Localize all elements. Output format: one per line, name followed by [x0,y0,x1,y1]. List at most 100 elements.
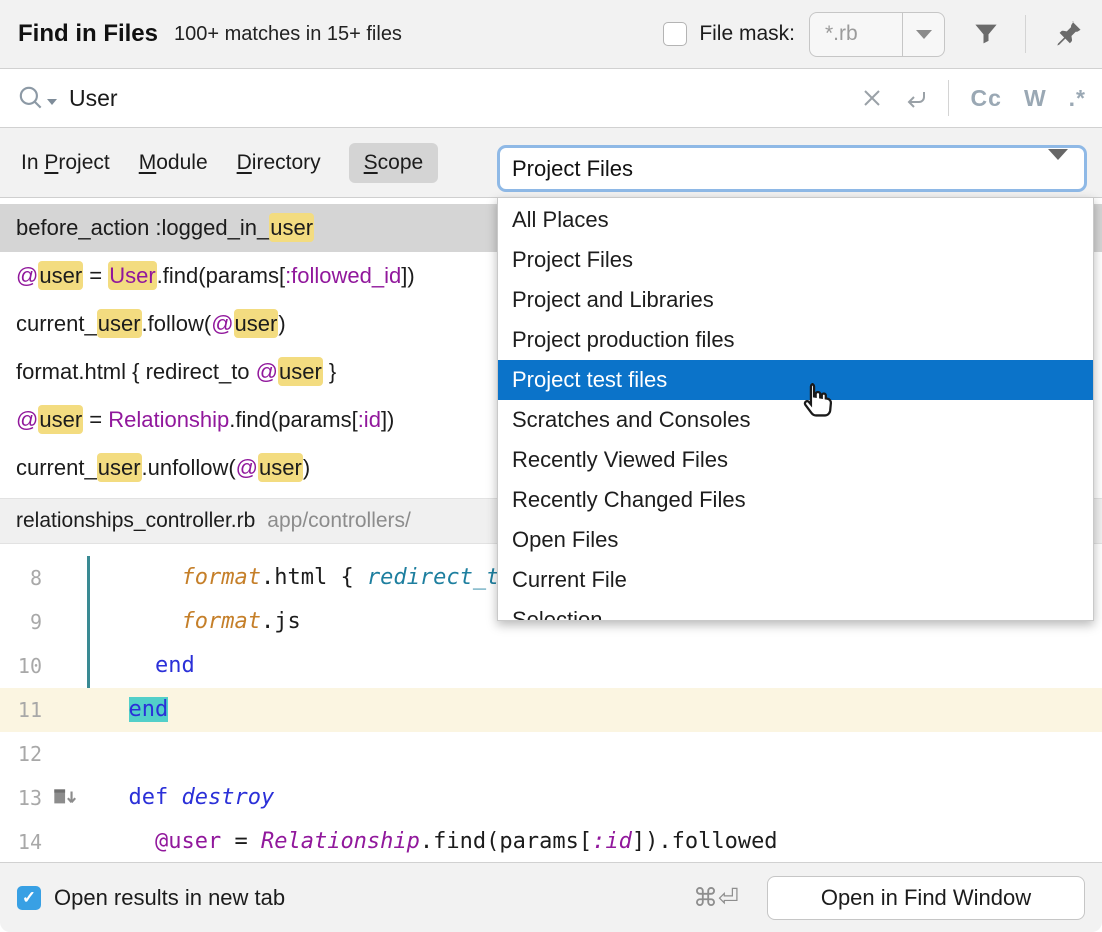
code-line[interactable]: 14 @user = Relationship.find(params[:id]… [0,820,1102,862]
open-results-new-tab-checkbox[interactable]: ✓ [17,886,41,910]
open-in-find-window-button[interactable]: Open in Find Window [767,876,1085,920]
code-text: end [102,644,195,688]
file-mask-checkbox[interactable] [663,22,687,46]
popup-item-project-production-files[interactable]: Project production files [498,320,1093,360]
text-segment: .find(params[ [157,263,285,288]
search-history-chevron-icon [47,99,57,105]
code-line[interactable]: 11 end [0,688,1102,732]
file-mask-value: *.rb [810,22,902,46]
code-segment: end [129,697,169,722]
header-divider [1025,15,1026,53]
clear-search-button[interactable] [860,86,884,110]
code-segment: :id [592,829,632,854]
search-bar: User Cc W .* [0,69,1102,128]
search-input[interactable]: User [69,85,118,112]
code-line[interactable]: 10 end [0,644,1102,688]
tab-module[interactable]: Module [134,143,213,183]
match-segment: @ [16,263,38,288]
match-case-toggle[interactable]: Cc [971,85,1002,112]
file-path: app/controllers/ [267,509,411,533]
popup-item-project-and-libraries[interactable]: Project and Libraries [498,280,1093,320]
header-bar: Find in Files 100+ matches in 15+ files … [0,0,1102,69]
code-segment: Relationship [261,829,420,854]
text-segment: = [83,263,108,288]
code-line[interactable]: 12 [0,732,1102,776]
text-segment: .unfollow( [142,455,236,480]
code-segment: end [155,653,195,678]
tab-scope[interactable]: Scope [349,143,439,183]
code-line[interactable]: 13 def destroy [0,776,1102,820]
code-segment: .find(params[ [420,829,592,854]
match-segment: user [258,453,303,482]
popup-item-recently-viewed-files[interactable]: Recently Viewed Files [498,440,1093,480]
match-segment: :id [358,407,381,432]
text-segment: = [83,407,108,432]
search-divider [948,80,949,116]
code-text: def destroy [102,776,274,820]
match-segment: user [97,309,142,338]
code-segment: .js [261,609,301,634]
filter-button[interactable] [971,19,1001,49]
code-segment: redirect_to [367,565,513,590]
dialog-title: Find in Files [18,20,158,48]
gutter-file-down-icon [50,784,78,812]
text-segment: .find(params[ [229,407,357,432]
filter-icon [971,19,1001,49]
file-mask-label: File mask: [699,22,795,46]
file-mask-combo[interactable]: *.rb [809,12,945,57]
code-segment: format [181,609,260,634]
scope-tabs: In Project Module Directory Scope [16,143,457,183]
tab-in-project[interactable]: In Project [16,143,115,183]
combo-arrow-icon [1048,160,1068,178]
scope-combobox-value: Project Files [500,156,1048,182]
code-text: end [102,688,168,732]
pin-button[interactable] [1052,18,1084,50]
text-segment: format.html { redirect_to [16,359,256,384]
match-segment: Relationship [108,407,229,432]
code-segment: ]).followed [632,829,778,854]
code-segment [168,785,181,810]
match-segment: @ [236,455,258,480]
popup-item-recently-changed-files[interactable]: Recently Changed Files [498,480,1093,520]
search-history-button[interactable] [16,83,57,113]
popup-item-all-places[interactable]: All Places [498,200,1093,240]
footer-bar: ✓ Open results in new tab ⌘⏎ Open in Fin… [0,862,1102,932]
line-number: 9 [0,600,42,644]
header-controls: File mask: *.rb [663,12,1084,57]
file-name: relationships_controller.rb [16,509,255,533]
line-number: 10 [0,644,42,688]
match-segment: user [234,309,279,338]
chevron-down-icon [916,30,932,39]
open-results-new-tab-label: Open results in new tab [54,885,285,911]
code-text: format.js [102,600,301,644]
words-toggle[interactable]: W [1024,85,1047,112]
newline-button[interactable] [902,84,930,112]
line-number: 11 [0,688,42,732]
text-segment: ) [303,455,310,480]
code-text: @user = Relationship.find(params[:id]).f… [102,820,778,862]
clear-icon [860,86,884,110]
tab-directory[interactable]: Directory [232,143,326,183]
file-mask-dropdown-button[interactable] [902,13,944,56]
line-number: 13 [0,776,42,820]
match-segment: :followed_id [285,263,401,288]
code-segment: = [221,829,261,854]
popup-item-project-files[interactable]: Project Files [498,240,1093,280]
match-segment: user [269,213,314,242]
popup-item-current-file[interactable]: Current File [498,560,1093,600]
line-number: 8 [0,556,42,600]
match-segment: @ [256,359,278,384]
popup-item-open-files[interactable]: Open Files [498,520,1093,560]
code-segment: destroy [182,785,275,810]
regex-toggle[interactable]: .* [1069,85,1086,112]
shortcut-hint: ⌘⏎ [693,883,739,913]
line-number: 12 [0,732,42,776]
text-segment: ]) [401,263,414,288]
search-icon [16,83,46,113]
match-segment: user [38,405,83,434]
pin-icon [1052,18,1084,50]
line-number: 14 [0,820,42,862]
code-segment: format [181,565,260,590]
popup-item-selection[interactable]: Selection [498,600,1093,621]
scope-combobox[interactable]: Project Files [497,145,1087,192]
